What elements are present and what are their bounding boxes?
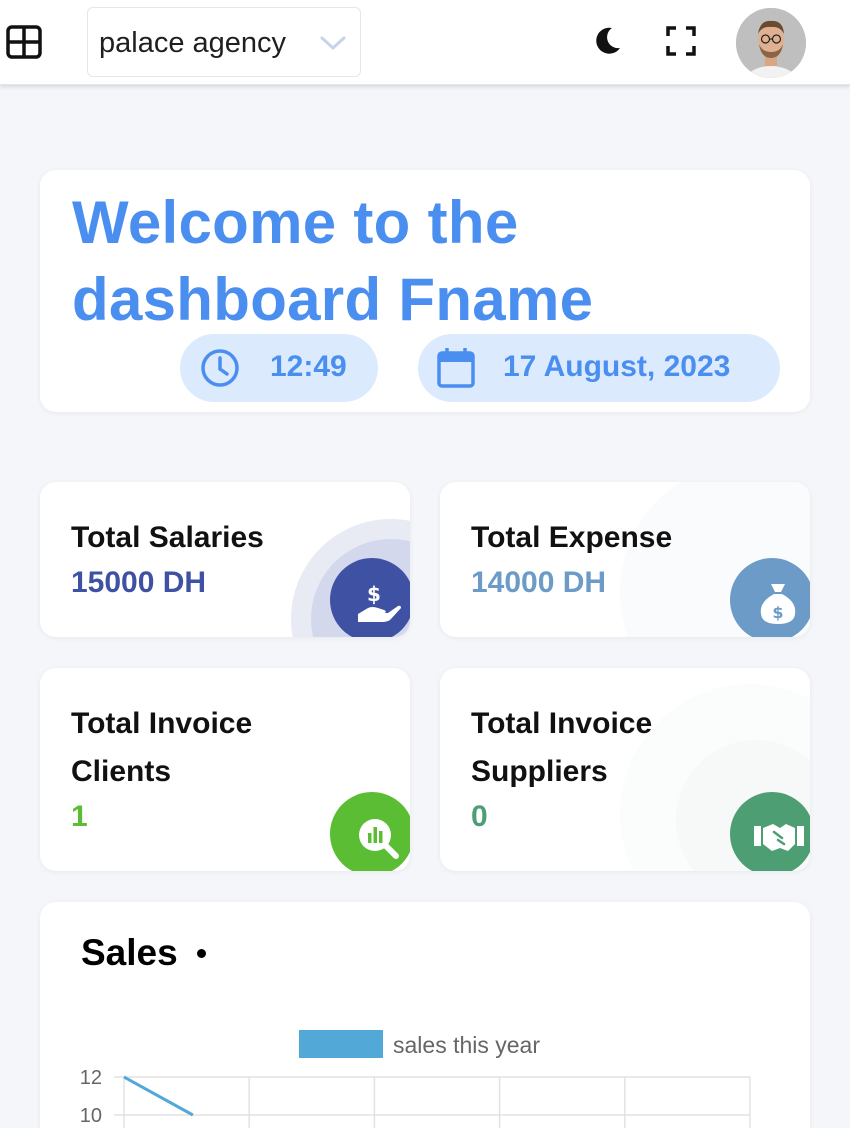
date-text: 17 August, 2023 — [503, 350, 731, 383]
chart-series — [123, 1075, 194, 1117]
sales-title-dot — [197, 949, 206, 958]
sales-card: Sales sales this year 12 10 — [40, 902, 810, 1128]
stat-card-invoice-clients[interactable]: Total Invoice Clients 1 — [40, 668, 410, 871]
date-badge: 17 August, 2023 — [418, 334, 780, 402]
stat-title: Total Expense — [471, 521, 673, 554]
stat-title: Total Invoice Clients — [71, 707, 253, 788]
stat-value: 15000 DH — [71, 566, 207, 599]
svg-text:$: $ — [367, 582, 381, 606]
stat-title: Total Invoice Suppliers — [471, 707, 653, 788]
legend-label[interactable]: sales this year — [393, 1032, 540, 1059]
stat-card-salaries[interactable]: Total Salaries 15000 DH $ — [40, 482, 410, 637]
legend-swatch[interactable] — [299, 1030, 383, 1058]
money-bag-icon: $ — [730, 558, 810, 637]
fullscreen-icon[interactable] — [664, 24, 698, 58]
clock-icon — [201, 349, 239, 387]
agency-select[interactable]: palace agency — [87, 7, 361, 77]
stat-value: 0 — [471, 800, 488, 833]
stat-card-expense[interactable]: Total Expense 14000 DH $ — [440, 482, 810, 637]
sales-title: Sales — [81, 932, 178, 973]
grid-icon[interactable] — [6, 24, 42, 60]
stat-value: 1 — [71, 800, 88, 833]
handshake-icon — [730, 792, 810, 871]
y-tick-label: 12 — [80, 1067, 102, 1089]
avatar[interactable] — [736, 8, 806, 78]
stat-title: Total Salaries — [71, 521, 264, 554]
top-navbar: palace agency — [0, 0, 850, 85]
calendar-icon — [437, 348, 475, 388]
time-badge: 12:49 — [180, 334, 378, 402]
svg-text:$: $ — [772, 603, 783, 622]
hand-dollar-icon: $ — [330, 558, 410, 637]
chevron-down-icon — [320, 36, 346, 51]
stat-value: 14000 DH — [471, 566, 607, 599]
sales-line-chart: 12 10 — [80, 1067, 751, 1128]
chart-search-icon — [330, 792, 410, 871]
time-text: 12:49 — [270, 350, 347, 383]
stat-card-invoice-suppliers[interactable]: Total Invoice Suppliers 0 — [440, 668, 810, 871]
welcome-card: Welcome to the dashboard Fname 12:49 17 … — [40, 170, 810, 412]
welcome-title: Welcome to the dashboard Fname — [72, 189, 594, 333]
series-line — [123, 1075, 194, 1117]
agency-select-value: palace agency — [99, 27, 287, 59]
y-tick-label: 10 — [80, 1105, 102, 1127]
moon-icon[interactable] — [590, 24, 624, 58]
chart-grid — [114, 1076, 751, 1128]
